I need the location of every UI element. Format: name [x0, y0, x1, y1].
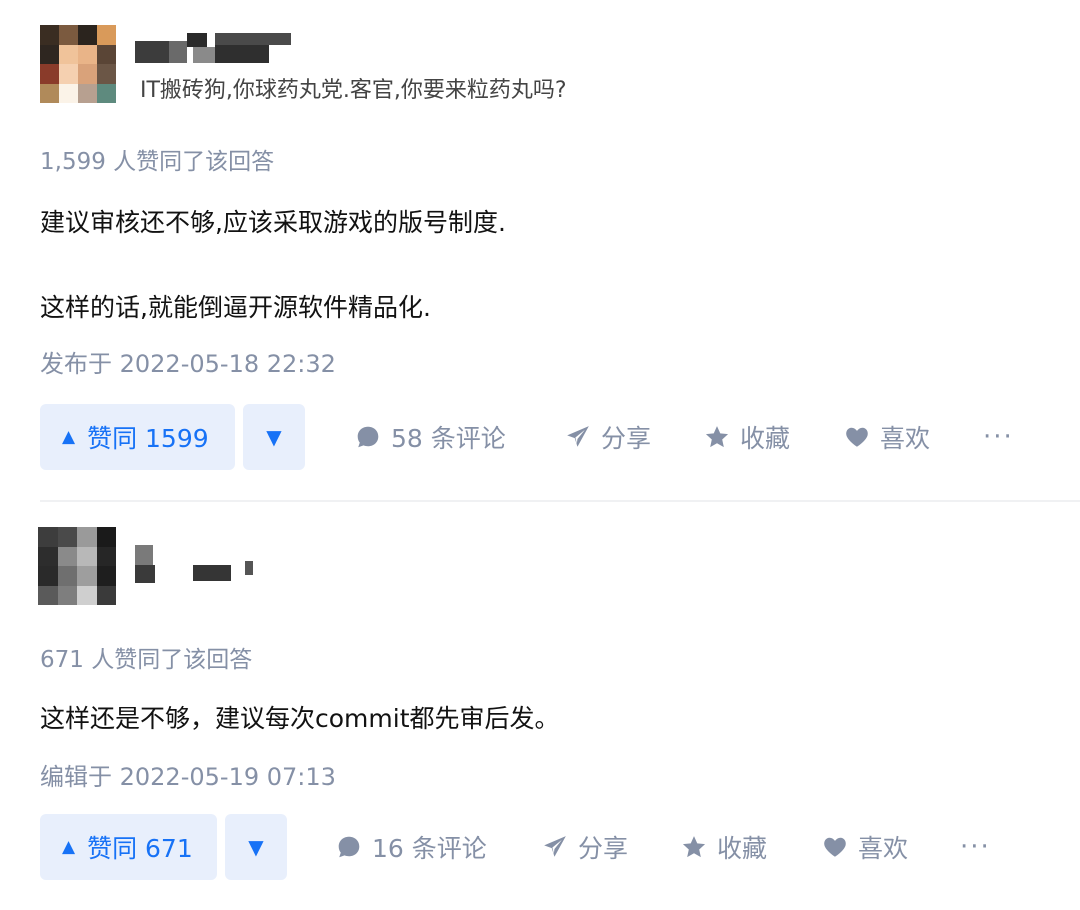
downvote-button[interactable]: ▼	[225, 814, 287, 880]
upvote-button[interactable]: ▲ 赞同 1599	[40, 404, 235, 470]
paper-plane-icon	[542, 834, 568, 860]
triangle-down-icon: ▼	[266, 425, 282, 449]
share-label: 分享	[601, 424, 652, 453]
like-button[interactable]: 喜欢	[844, 404, 930, 470]
answer-content-line: 这样还是不够，建议每次commit都先审后发。	[40, 704, 560, 733]
heart-icon	[844, 424, 870, 450]
collect-label: 收藏	[740, 424, 791, 453]
share-label: 分享	[578, 834, 629, 863]
upvote-label: 赞同 671	[87, 834, 193, 863]
author-bio: IT搬砖狗,你球药丸党.客官,你要来粒药丸吗?	[140, 78, 567, 103]
answer-card: 671 人赞同了该回答 这样还是不够，建议每次commit都先审后发。 编辑于 …	[0, 500, 1080, 910]
comment-label: 58 条评论	[391, 424, 506, 453]
answer-content-line: 这样的话,就能倒逼开源软件精品化.	[40, 293, 431, 322]
avatar[interactable]	[38, 527, 116, 605]
avatar[interactable]	[40, 25, 116, 103]
triangle-up-icon: ▲	[62, 427, 76, 447]
vote-count-text: 671 人赞同了该回答	[40, 647, 253, 673]
comment-button[interactable]: 16 条评论	[336, 814, 487, 880]
author-name-redacted[interactable]	[133, 545, 263, 585]
speech-bubble-icon	[336, 834, 362, 860]
comment-button[interactable]: 58 条评论	[355, 404, 506, 470]
answer-content-line: 建议审核还不够,应该采取游戏的版号制度.	[40, 208, 506, 237]
upvote-label: 赞同 1599	[87, 424, 209, 453]
publish-time[interactable]: 发布于 2022-05-18 22:32	[40, 344, 336, 379]
star-icon	[704, 424, 730, 450]
more-button[interactable]: ···	[983, 404, 1014, 470]
collect-label: 收藏	[717, 834, 768, 863]
ellipsis-icon: ···	[960, 832, 991, 862]
like-label: 喜欢	[880, 424, 931, 453]
like-label: 喜欢	[858, 834, 909, 863]
triangle-down-icon: ▼	[248, 835, 264, 859]
vote-count-text: 1,599 人赞同了该回答	[40, 149, 275, 175]
answer-card: IT搬砖狗,你球药丸党.客官,你要来粒药丸吗? 1,599 人赞同了该回答 建议…	[0, 0, 1080, 500]
more-button[interactable]: ···	[960, 814, 991, 880]
author-name-redacted[interactable]	[135, 28, 295, 68]
star-icon	[681, 834, 707, 860]
like-button[interactable]: 喜欢	[822, 814, 908, 880]
ellipsis-icon: ···	[983, 422, 1014, 452]
heart-icon	[822, 834, 848, 860]
comment-label: 16 条评论	[372, 834, 487, 863]
collect-button[interactable]: 收藏	[681, 814, 767, 880]
action-bar: ▲ 赞同 671 ▼ 16 条评论 分享 收藏 喜欢 ···	[40, 814, 1040, 880]
share-button[interactable]: 分享	[565, 404, 651, 470]
share-button[interactable]: 分享	[542, 814, 628, 880]
triangle-up-icon: ▲	[62, 837, 76, 857]
edit-time[interactable]: 编辑于 2022-05-19 07:13	[40, 757, 336, 792]
speech-bubble-icon	[355, 424, 381, 450]
action-bar: ▲ 赞同 1599 ▼ 58 条评论 分享 收藏 喜欢 ···	[40, 404, 1040, 470]
collect-button[interactable]: 收藏	[704, 404, 790, 470]
paper-plane-icon	[565, 424, 591, 450]
downvote-button[interactable]: ▼	[243, 404, 305, 470]
upvote-button[interactable]: ▲ 赞同 671	[40, 814, 217, 880]
